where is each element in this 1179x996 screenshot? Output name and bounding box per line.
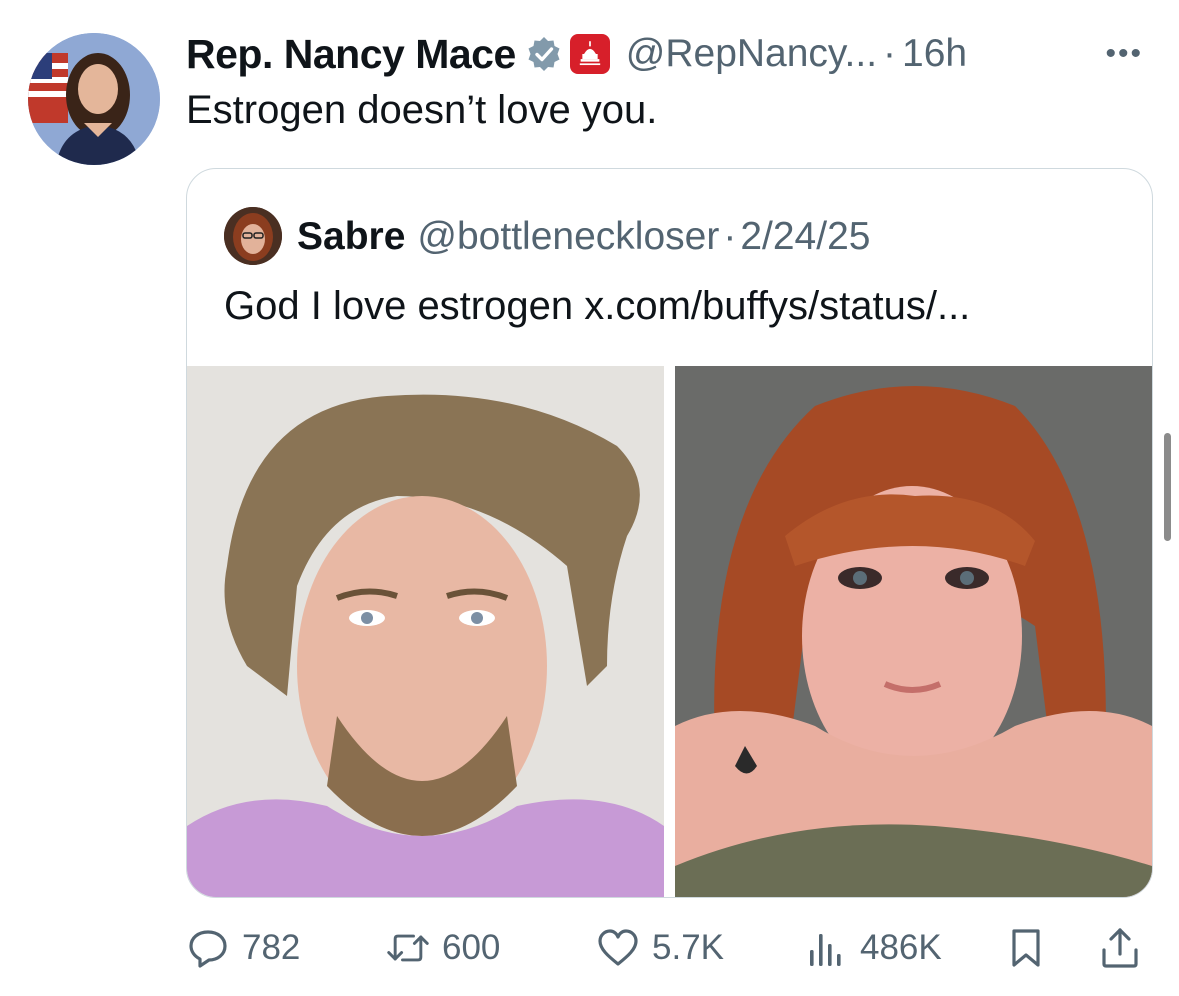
quoted-media: [187, 366, 1152, 897]
reply-icon: [189, 930, 227, 968]
quoted-display-name[interactable]: Sabre: [297, 215, 405, 259]
before-photo[interactable]: [187, 366, 664, 897]
separator-dot: ·: [723, 215, 737, 258]
bookmark-button[interactable]: [1004, 918, 1048, 978]
views-icon: [810, 934, 841, 966]
quoted-author-avatar[interactable]: [224, 207, 282, 265]
author-avatar[interactable]: [28, 33, 160, 165]
like-button[interactable]: 5.7K: [596, 918, 724, 978]
share-icon: [1102, 928, 1138, 968]
quoted-post-text: God I love estrogen x.com/buffys/status/…: [224, 284, 971, 328]
scrollbar[interactable]: [1164, 433, 1171, 541]
quoted-post[interactable]: Sabre @bottleneckloser · 2/24/25 God I l…: [186, 168, 1153, 898]
like-icon: [598, 929, 638, 966]
author-handle[interactable]: @RepNancy...: [626, 32, 877, 76]
reply-button[interactable]: 782: [186, 918, 300, 978]
quoted-post-header: Sabre @bottleneckloser · 2/24/25: [297, 211, 870, 263]
reply-count: 782: [242, 928, 301, 967]
action-bar: 782 600 5.7K 486K: [186, 918, 1146, 978]
verified-badge-icon[interactable]: [526, 36, 562, 72]
views-button[interactable]: 486K: [804, 918, 942, 978]
capitol-affiliation-icon[interactable]: [569, 34, 610, 74]
separator-dot: ·: [883, 32, 897, 75]
repost-button[interactable]: 600: [386, 918, 500, 978]
post-text: Estrogen doesn’t love you.: [186, 88, 658, 132]
like-count: 5.7K: [652, 928, 724, 967]
repost-count: 600: [442, 928, 501, 967]
post-header: Rep. Nancy Mace @RepNancy... · 16h: [186, 28, 967, 80]
more-icon[interactable]: •••: [1105, 39, 1143, 69]
quoted-handle[interactable]: @bottleneckloser: [417, 215, 719, 259]
share-button[interactable]: [1098, 918, 1142, 978]
views-count: 486K: [860, 928, 942, 967]
after-photo[interactable]: [675, 366, 1152, 897]
post-timestamp[interactable]: 16h: [902, 32, 967, 76]
quoted-date[interactable]: 2/24/25: [740, 215, 870, 259]
author-display-name[interactable]: Rep. Nancy Mace: [186, 31, 516, 78]
bookmark-icon: [1012, 929, 1040, 967]
repost-icon: [387, 934, 429, 962]
